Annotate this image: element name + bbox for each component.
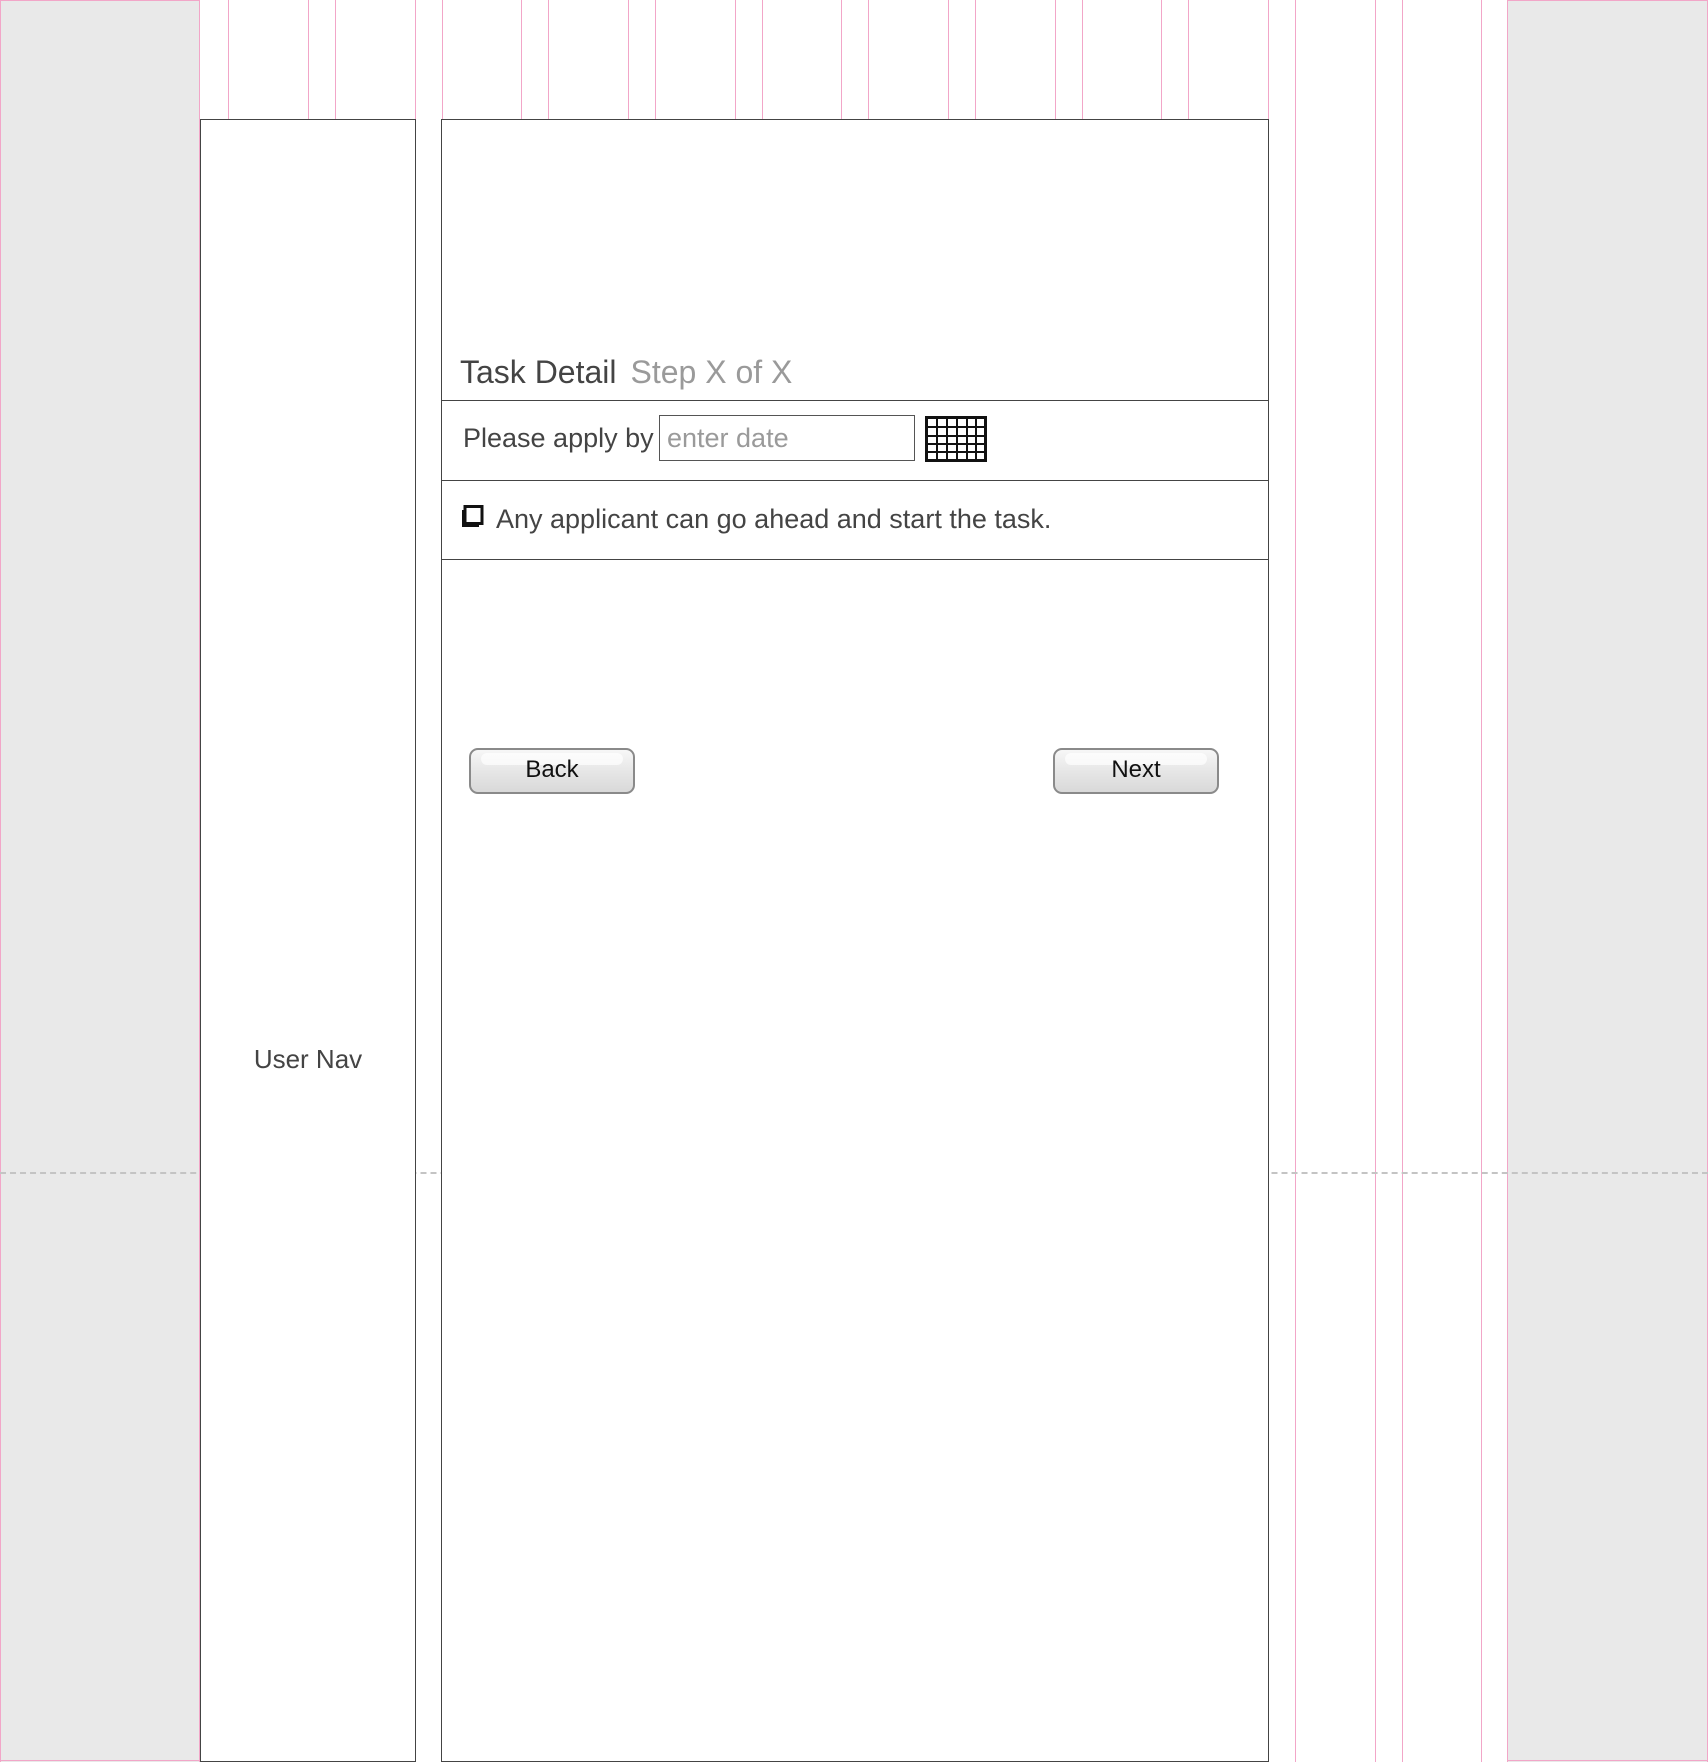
page-header: Task Detail Step X of X: [460, 354, 792, 391]
user-nav: User Nav: [200, 119, 416, 1762]
start-option-label: Any applicant can go ahead and start the…: [496, 504, 1052, 534]
guide-line: [0, 0, 200, 1]
back-button[interactable]: Back: [469, 748, 635, 794]
column-guide: [1295, 0, 1296, 1762]
step-indicator: Step X of X: [630, 354, 793, 390]
page-title: Task Detail: [460, 354, 617, 390]
back-button-label: Back: [525, 756, 579, 783]
start-option-row: Any applicant can go ahead and start the…: [442, 480, 1268, 560]
column-guide: [1402, 0, 1403, 1762]
checkbox-icon[interactable]: [460, 505, 484, 529]
guide-line: [1507, 0, 1708, 1]
apply-by-label: Please apply by: [463, 423, 654, 453]
column-guide: [1375, 0, 1376, 1762]
calendar-icon[interactable]: [925, 416, 987, 462]
main-content: Task Detail Step X of X Please apply by A…: [441, 119, 1269, 1762]
next-button[interactable]: Next: [1053, 748, 1219, 794]
guide-line: [0, 1760, 200, 1761]
next-button-label: Next: [1111, 756, 1161, 783]
right-gutter: [1507, 0, 1708, 1762]
left-gutter: [0, 0, 200, 1762]
date-input[interactable]: [659, 415, 915, 461]
column-guide: [1481, 0, 1482, 1762]
apply-by-row: Please apply by: [442, 400, 1268, 480]
guide-line: [1507, 1760, 1708, 1761]
user-nav-label: User Nav: [253, 1044, 363, 1074]
